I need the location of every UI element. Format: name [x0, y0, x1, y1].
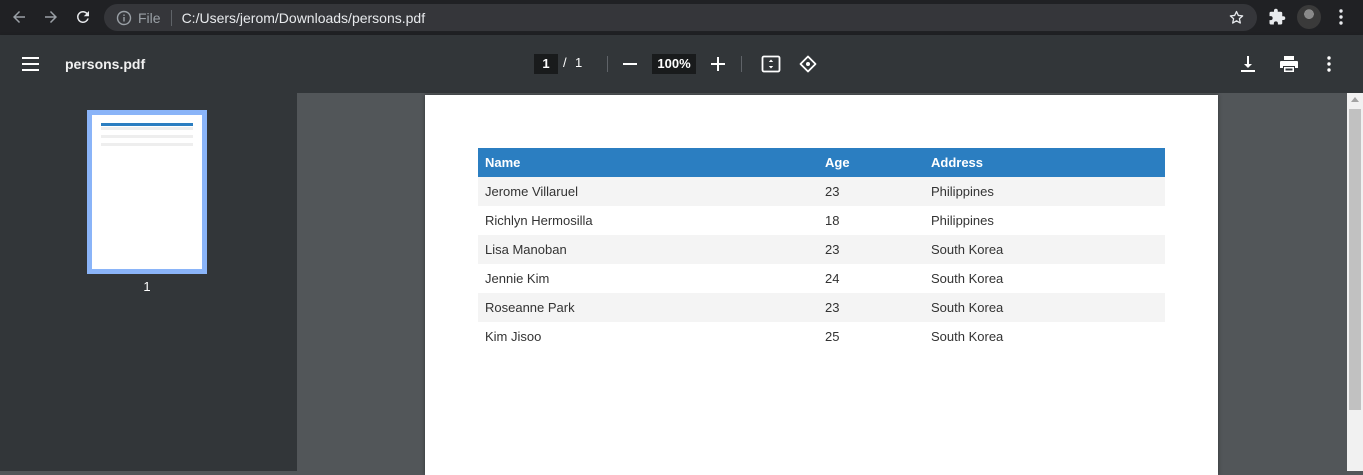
more-options-button[interactable] [1318, 53, 1340, 75]
puzzle-icon[interactable] [1268, 8, 1286, 26]
pdf-toolbar: persons.pdf 1 / 1 100% [0, 35, 1363, 93]
page-thumbnail[interactable] [87, 110, 207, 274]
rotate-button[interactable] [797, 53, 819, 75]
fit-to-page-button[interactable] [760, 53, 782, 75]
cell-name: Richlyn Hermosilla [485, 213, 593, 228]
table-header-row: Name Age Address [478, 148, 1165, 177]
menu-icon[interactable] [20, 54, 42, 74]
cell-age: 25 [825, 329, 840, 344]
address-bar[interactable]: File C:/Users/jerom/Downloads/persons.pd… [104, 4, 1257, 31]
download-icon [1241, 56, 1255, 72]
download-button[interactable] [1237, 53, 1259, 75]
cell-address: South Korea [931, 242, 1004, 257]
back-button[interactable] [4, 2, 34, 32]
thumbnail-preview [101, 123, 193, 150]
header-age: Age [825, 155, 850, 170]
cell-age: 23 [825, 242, 840, 257]
reload-icon [76, 10, 89, 23]
zoom-level-input[interactable]: 100% [652, 54, 696, 74]
table-row: Lisa Manoban 23 South Korea [478, 235, 1165, 264]
pdf-viewer: Name Age Address Jerome Villaruel 23 Phi… [297, 93, 1347, 475]
table-row: Jennie Kim 24 South Korea [478, 264, 1165, 293]
cell-name: Kim Jisoo [485, 329, 542, 344]
table-row: Roseanne Park 23 South Korea [478, 293, 1165, 322]
cell-age: 23 [825, 300, 840, 315]
arrow-left-icon [13, 11, 25, 23]
vertical-scrollbar[interactable] [1347, 93, 1363, 471]
document-title: persons.pdf [65, 56, 146, 72]
forward-button[interactable] [36, 2, 66, 32]
cell-age: 24 [825, 271, 840, 286]
scroll-up-button[interactable] [1347, 93, 1363, 107]
cell-address: South Korea [931, 329, 1004, 344]
cell-name: Jerome Villaruel [485, 184, 578, 199]
thumbnail-page-number: 1 [143, 279, 151, 294]
cell-name: Roseanne Park [485, 300, 575, 315]
cell-name: Lisa Manoban [485, 242, 567, 257]
cell-address: South Korea [931, 271, 1004, 286]
caret-up-icon [1351, 97, 1359, 102]
cell-name: Jennie Kim [485, 271, 550, 286]
header-name: Name [485, 155, 521, 170]
plus-icon [711, 57, 725, 71]
page-total: 1 [575, 55, 583, 70]
rotate-icon [799, 55, 817, 73]
more-vertical-icon[interactable] [1333, 8, 1349, 26]
info-icon[interactable] [116, 10, 132, 26]
persons-table: Name Age Address Jerome Villaruel 23 Phi… [478, 148, 1165, 351]
pdf-page: Name Age Address Jerome Villaruel 23 Phi… [425, 95, 1218, 475]
arrow-right-icon [45, 11, 57, 23]
toolbar-divider [607, 56, 608, 72]
minus-icon [623, 63, 637, 65]
cell-address: Philippines [931, 184, 994, 199]
zoom-in-button[interactable] [707, 53, 729, 75]
header-address: Address [931, 155, 984, 170]
file-scheme-label: File [138, 9, 161, 26]
page-number-input[interactable]: 1 [534, 54, 558, 74]
browser-toolbar: File C:/Users/jerom/Downloads/persons.pd… [0, 0, 1363, 35]
address-divider [170, 9, 172, 26]
cell-address: Philippines [931, 213, 994, 228]
fit-page-icon [761, 55, 781, 73]
table-row: Jerome Villaruel 23 Philippines [478, 177, 1165, 206]
toolbar-divider [741, 56, 742, 72]
cell-age: 18 [825, 213, 840, 228]
reload-button[interactable] [68, 2, 98, 32]
profile-avatar[interactable] [1297, 5, 1321, 29]
cell-address: South Korea [931, 300, 1004, 315]
thumbnail-sidebar: 1 [0, 93, 297, 471]
table-row: Richlyn Hermosilla 18 Philippines [478, 206, 1165, 235]
cell-age: 23 [825, 184, 840, 199]
scroll-thumb[interactable] [1349, 109, 1361, 410]
star-icon[interactable] [1228, 9, 1245, 26]
table-row: Kim Jisoo 25 South Korea [478, 322, 1165, 351]
zoom-out-button[interactable] [619, 53, 641, 75]
more-vertical-icon [1327, 56, 1331, 72]
print-button[interactable] [1278, 53, 1300, 75]
page-separator: / [563, 55, 567, 70]
url-text[interactable]: C:/Users/jerom/Downloads/persons.pdf [182, 10, 426, 26]
printer-icon [1280, 56, 1298, 72]
